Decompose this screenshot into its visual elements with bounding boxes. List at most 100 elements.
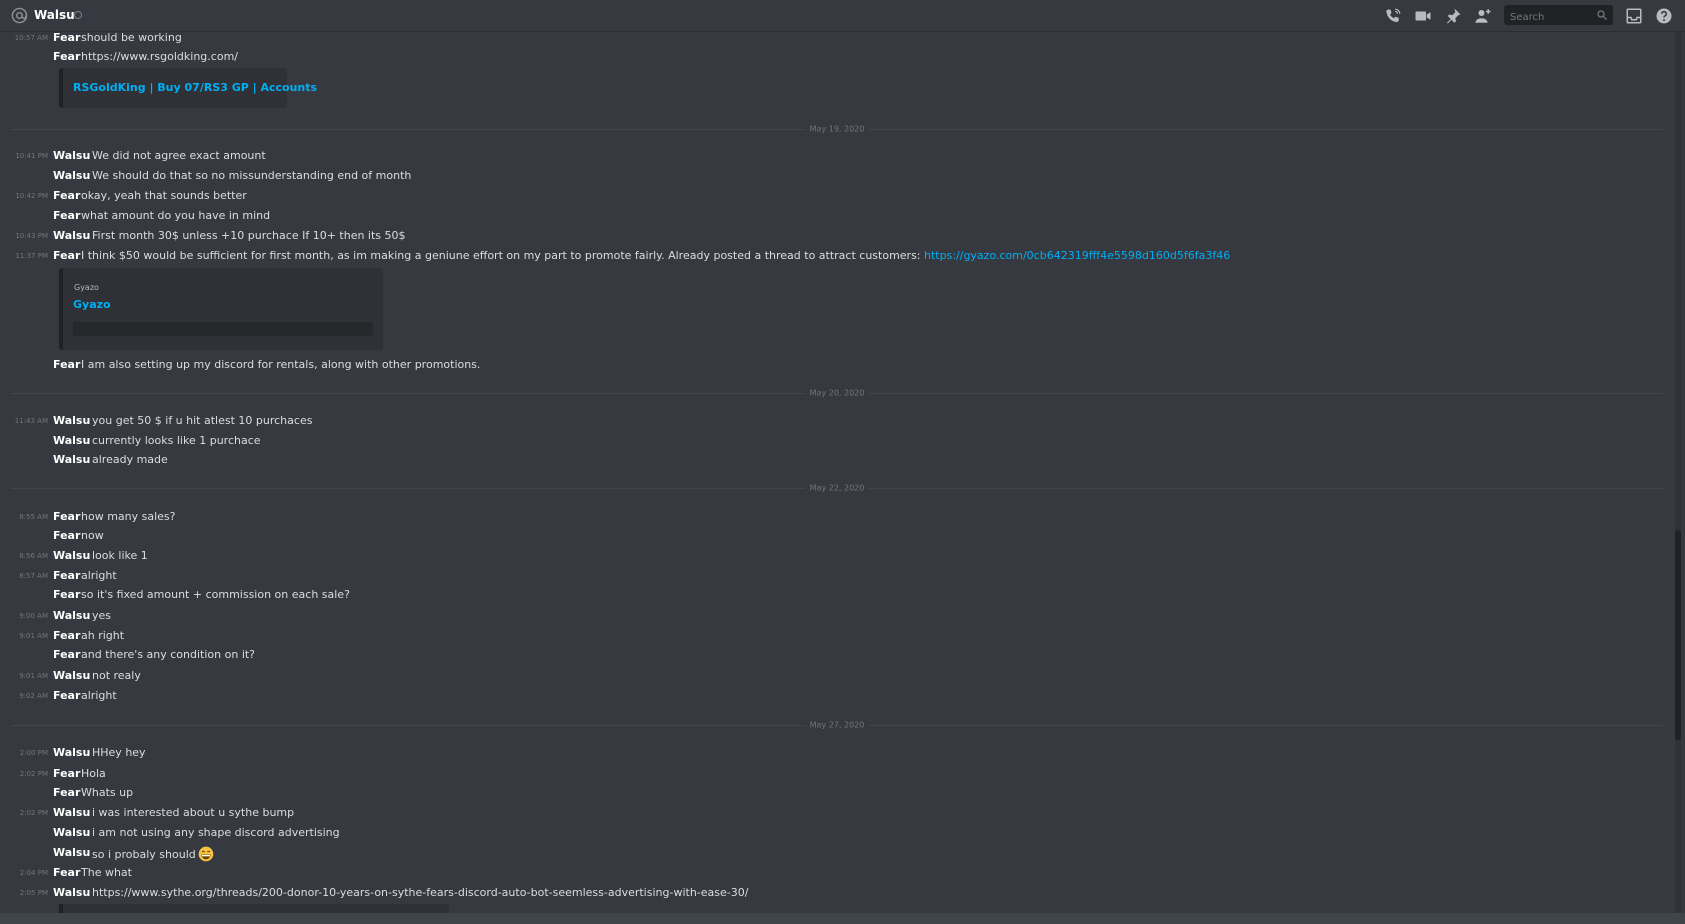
author-name[interactable]: Walsu xyxy=(53,549,90,562)
message-text: i was interested about u sythe bump xyxy=(92,806,295,819)
message-link[interactable]: https://gyazo.com/0cb642319fff4e5598d160… xyxy=(924,249,1230,262)
message: 9:02 AM Fear alright xyxy=(0,688,1665,705)
message-text: i am not using any shape discord adverti… xyxy=(92,826,340,839)
author-name[interactable]: Walsu xyxy=(53,453,90,466)
author-name[interactable]: Walsu xyxy=(53,669,90,682)
author-name[interactable]: Walsu xyxy=(53,229,90,242)
message-text: you get 50 $ if u hit atlest 10 purchace… xyxy=(92,414,313,427)
author-name[interactable]: Fear xyxy=(53,648,80,661)
message-text: HHey hey xyxy=(92,746,146,759)
timestamp: 2:02 PM xyxy=(19,770,48,778)
message-text: Whats up xyxy=(81,786,134,799)
message: Walsu We should do that so no missunders… xyxy=(0,168,1665,185)
author-name[interactable]: Fear xyxy=(53,249,80,262)
message: 10:43 PM Walsu First month 30$ unless +1… xyxy=(0,228,1665,245)
channel-header: Walsu xyxy=(0,0,1685,32)
timestamp: 11:37 PM xyxy=(15,252,48,260)
author-name[interactable]: Walsu xyxy=(53,169,90,182)
message: 9:01 AM Fear ah right xyxy=(0,628,1665,645)
help-icon[interactable] xyxy=(1655,7,1673,25)
timestamp: 2:05 PM xyxy=(19,889,48,897)
message-link[interactable]: https://www.rsgoldking.com/ xyxy=(81,50,238,63)
message: Walsu currently looks like 1 purchace xyxy=(0,433,1665,450)
grinning-face-emoji-icon[interactable] xyxy=(198,846,214,862)
timestamp: 9:00 AM xyxy=(19,612,48,620)
link-embed: Gyazo Gyazo xyxy=(59,268,383,350)
message: Fear https://www.rsgoldking.com/ xyxy=(0,49,1665,66)
message-text: how many sales? xyxy=(81,510,176,523)
message-text-body: I think $50 would be sufficient for firs… xyxy=(81,249,925,262)
pin-icon[interactable] xyxy=(1444,7,1462,25)
search-box[interactable] xyxy=(1504,5,1613,28)
message-text: and there's any condition on it? xyxy=(81,648,256,661)
scrollbar-thumb[interactable] xyxy=(1675,530,1681,740)
message-input-bar[interactable] xyxy=(0,913,1685,924)
embed-thumbnail[interactable] xyxy=(73,322,373,336)
message-text: not realy xyxy=(92,669,141,682)
date-divider: May 27, 2020 xyxy=(11,720,1663,730)
author-name[interactable]: Fear xyxy=(53,629,80,642)
scrollbar[interactable] xyxy=(1675,32,1681,920)
message-text: We did not agree exact amount xyxy=(92,149,266,162)
message: Fear and there's any condition on it? xyxy=(0,647,1665,664)
timestamp: 8:56 AM xyxy=(19,552,48,560)
channel-name: Walsu xyxy=(34,8,75,22)
message-text: ah right xyxy=(81,629,125,642)
author-name[interactable]: Fear xyxy=(53,588,80,601)
author-name[interactable]: Walsu xyxy=(53,414,90,427)
date-divider-label: May 27, 2020 xyxy=(805,720,869,730)
author-name[interactable]: Fear xyxy=(53,786,80,799)
author-name[interactable]: Fear xyxy=(53,529,80,542)
author-name[interactable]: Walsu xyxy=(53,434,90,447)
message-text: okay, yeah that sounds better xyxy=(81,189,247,202)
message-text: We should do that so no missunderstandin… xyxy=(92,169,412,182)
message-text: alright xyxy=(81,689,117,702)
author-name[interactable]: Fear xyxy=(53,358,80,371)
search-input[interactable] xyxy=(1504,7,1592,28)
timestamp: 8:55 AM xyxy=(19,513,48,521)
message-text: alright xyxy=(81,569,117,582)
search-icon xyxy=(1597,10,1607,20)
author-name[interactable]: Fear xyxy=(53,689,80,702)
timestamp: 10:43 PM xyxy=(15,232,48,240)
author-name[interactable]: Fear xyxy=(53,189,80,202)
add-member-icon[interactable] xyxy=(1474,7,1492,25)
author-name[interactable]: Walsu xyxy=(53,806,90,819)
message: 2:05 PM Walsu https://www.sythe.org/thre… xyxy=(0,885,1665,902)
video-icon[interactable] xyxy=(1414,7,1432,25)
inbox-icon[interactable] xyxy=(1625,7,1643,25)
author-name[interactable]: Fear xyxy=(53,31,80,44)
message: 2:02 PM Fear Hola xyxy=(0,766,1665,783)
author-name[interactable]: Walsu xyxy=(53,609,90,622)
author-name[interactable]: Walsu xyxy=(53,886,90,899)
author-name[interactable]: Walsu xyxy=(53,746,90,759)
embed-title[interactable]: RSGoldKing | Buy 07/RS3 GP | Accounts xyxy=(73,81,317,94)
author-name[interactable]: Fear xyxy=(53,767,80,780)
author-name[interactable]: Fear xyxy=(53,209,80,222)
message: 10:42 PM Fear okay, yeah that sounds bet… xyxy=(0,188,1665,205)
author-name[interactable]: Walsu xyxy=(53,149,90,162)
author-name[interactable]: Walsu xyxy=(53,846,90,859)
message: 10:57 AM Fear should be working xyxy=(0,30,1665,47)
timestamp: 9:01 AM xyxy=(19,672,48,680)
message: Walsu already made xyxy=(0,452,1665,469)
message: 11:43 AM Walsu you get 50 $ if u hit atl… xyxy=(0,413,1665,430)
call-icon[interactable] xyxy=(1384,7,1402,25)
author-name[interactable]: Fear xyxy=(53,866,80,879)
message-text: so it's fixed amount + commission on eac… xyxy=(81,588,350,601)
message: Fear what amount do you have in mind xyxy=(0,208,1665,225)
message-text: I am also setting up my discord for rent… xyxy=(81,358,481,371)
message: Walsu so i probaly should xyxy=(0,845,1665,862)
author-name[interactable]: Fear xyxy=(53,510,80,523)
timestamp: 2:00 PM xyxy=(19,749,48,757)
message-text: The what xyxy=(81,866,132,879)
author-name[interactable]: Walsu xyxy=(53,826,90,839)
message-text: Hola xyxy=(81,767,106,780)
embed-title[interactable]: Gyazo xyxy=(73,298,111,311)
message-text: look like 1 xyxy=(92,549,148,562)
timestamp: 8:57 AM xyxy=(19,572,48,580)
author-name[interactable]: Fear xyxy=(53,569,80,582)
message-link[interactable]: https://www.sythe.org/threads/200-donor-… xyxy=(92,886,748,899)
message: 10:41 PM Walsu We did not agree exact am… xyxy=(0,148,1665,165)
author-name[interactable]: Fear xyxy=(53,50,80,63)
